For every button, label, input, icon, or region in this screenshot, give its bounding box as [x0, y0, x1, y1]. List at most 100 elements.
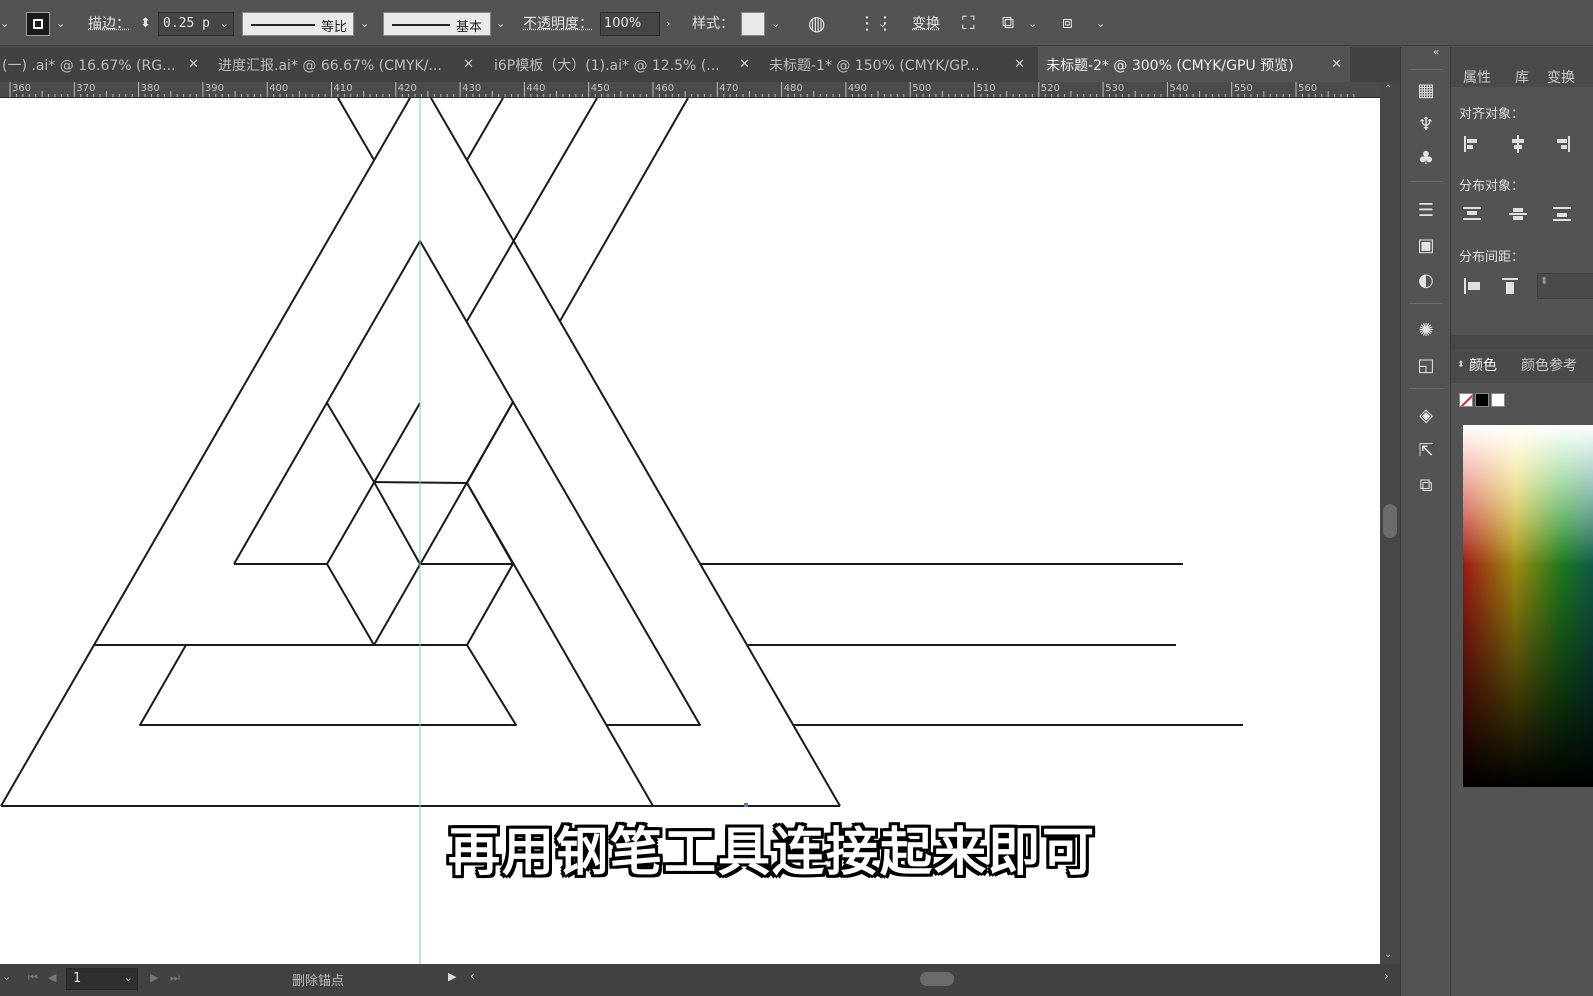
- status-chevron-icon[interactable]: ⌄: [2, 970, 11, 983]
- artboard-canvas[interactable]: 再用钢笔工具连接起来即可: [0, 98, 1380, 964]
- layers-panel-icon[interactable]: ◈: [1413, 402, 1439, 428]
- horizontal-ruler[interactable]: 360 370 380 390 400 410 420 430 440 450 460 470 480 4…: [0, 82, 1382, 98]
- artboard-number-field[interactable]: 1 ⌄: [66, 968, 138, 990]
- close-icon[interactable]: ✕: [739, 57, 750, 72]
- stroke-stepper[interactable]: ⬍: [140, 0, 151, 46]
- spacing-stepper-icon[interactable]: ⬍: [1540, 276, 1548, 287]
- spacing-field[interactable]: ⬍: [1537, 273, 1593, 299]
- status-bar: ⌄ ⏮ ◀ 1 ⌄ ▶ ⏭ 删除锚点 ▶ ‹ ›: [0, 964, 1400, 996]
- isolate-chevron[interactable]: ⌄: [1028, 0, 1037, 46]
- style-swatch[interactable]: [741, 12, 765, 36]
- vertical-scrollbar[interactable]: ⌃ ⌄: [1380, 82, 1400, 964]
- close-icon[interactable]: ✕: [1331, 57, 1342, 72]
- brush-chevron[interactable]: ⌄: [496, 0, 505, 46]
- close-icon[interactable]: ✕: [463, 57, 474, 72]
- last-artboard-icon[interactable]: ⏭: [170, 971, 180, 985]
- distribute-spacing-label: 分布间距：: [1459, 250, 1525, 265]
- stroke-panel-icon[interactable]: ☰: [1413, 197, 1439, 223]
- hscroll-left-icon[interactable]: ‹: [470, 969, 475, 983]
- inner-left-triangle: [233, 240, 514, 646]
- tab-properties[interactable]: 属性: [1463, 67, 1491, 87]
- ruler-label: 400: [269, 83, 289, 94]
- isolate-icon[interactable]: ⧉: [1002, 0, 1014, 46]
- transform-bounding-icon[interactable]: ⛶: [962, 0, 975, 46]
- close-icon[interactable]: ✕: [188, 57, 199, 72]
- tab-document-3[interactable]: i6P模板（大）(1).ai* @ 12.5% (... ✕: [488, 47, 756, 82]
- align-right-icon[interactable]: [1551, 133, 1577, 155]
- distribute-top-icon[interactable]: [1461, 203, 1487, 225]
- ruler-label: 540: [1169, 83, 1189, 94]
- tab-color[interactable]: 颜色: [1469, 355, 1497, 375]
- tab-document-4[interactable]: 未标题-1* @ 150% (CMYK/GP... ✕: [763, 47, 1031, 82]
- scroll-down-icon[interactable]: ⌄: [1384, 949, 1392, 960]
- panel-expand-icon[interactable]: ⬍: [1457, 360, 1465, 370]
- ruler-label: 420: [397, 83, 417, 94]
- transform-label[interactable]: 变换: [912, 0, 940, 46]
- opacity-arrow[interactable]: ›: [666, 0, 670, 46]
- graphic-styles-panel-icon[interactable]: ◱: [1413, 352, 1439, 378]
- tab-document-2[interactable]: 进度汇报.ai* @ 66.67% (CMYK/... ✕: [212, 47, 480, 82]
- distribute-vertical-space-icon[interactable]: [1461, 275, 1487, 297]
- tab-library[interactable]: 库: [1515, 67, 1529, 87]
- variable-width-profile[interactable]: 等比: [242, 12, 354, 36]
- shape-mode-chevron[interactable]: ⌄: [1096, 0, 1105, 46]
- close-icon[interactable]: ✕: [1014, 57, 1025, 72]
- style-chevron[interactable]: ⌄: [771, 0, 780, 46]
- stroke-weight-chevron[interactable]: ⌄: [220, 17, 229, 30]
- artboards-panel-icon[interactable]: ▦: [1413, 77, 1439, 103]
- illustrator-window: ⌄ ⌄ 描边： ⬍ 0.25 p ⌄ 等比 ⌄ 基本 ⌄ 不透明度： 100% …: [0, 0, 1593, 996]
- stroke-color-chevron[interactable]: ⌄: [56, 0, 65, 46]
- ruler-label: 550: [1233, 83, 1253, 94]
- brush-definition[interactable]: 基本: [383, 12, 491, 36]
- hscroll-right-icon[interactable]: ›: [1384, 969, 1389, 983]
- stroke-color-swatch[interactable]: [26, 12, 50, 36]
- symbols-panel-icon[interactable]: ♆: [1413, 111, 1439, 137]
- tab-label: 未标题-1* @ 150% (CMYK/GP...: [769, 57, 980, 74]
- brushes-panel-icon[interactable]: ♣: [1413, 145, 1439, 171]
- align-horizontal-center-icon[interactable]: [1507, 133, 1533, 155]
- tab-document-5-active[interactable]: 未标题-2* @ 300% (CMYK/GPU 预览) ✕: [1038, 47, 1350, 82]
- black-swatch[interactable]: [1475, 393, 1489, 407]
- opacity-label[interactable]: 不透明度：: [523, 0, 593, 46]
- none-swatch[interactable]: [1459, 393, 1473, 407]
- collapse-panels-icon[interactable]: «: [1433, 47, 1439, 58]
- ruler-label: 410: [333, 83, 353, 94]
- toolbar-collapse-chevron[interactable]: ⌄: [0, 0, 9, 46]
- align-left-icon[interactable]: [1461, 133, 1487, 155]
- appearance-panel-icon[interactable]: ✺: [1413, 317, 1439, 343]
- pathfinder-panel-icon[interactable]: ⧉: [1413, 472, 1439, 498]
- tab-document-1[interactable]: (一) .ai* @ 16.67% (RG... ✕: [0, 47, 205, 82]
- white-swatch[interactable]: [1491, 393, 1505, 407]
- hscroll-thumb[interactable]: [920, 972, 954, 986]
- stroke-weight-field[interactable]: 0.25 p ⌄: [158, 12, 234, 36]
- video-subtitle: 再用钢笔工具连接起来即可: [448, 823, 1097, 883]
- gradient-panel-icon[interactable]: ▣: [1413, 232, 1439, 258]
- recolor-icon[interactable]: ◍: [808, 0, 825, 46]
- shape-mode-icon[interactable]: ⧈: [1062, 0, 1073, 46]
- opacity-field[interactable]: 100%: [600, 12, 660, 36]
- align-grid-chevron[interactable]: ⌄: [878, 0, 887, 46]
- next-artboard-icon[interactable]: ▶: [150, 971, 158, 984]
- status-menu-icon[interactable]: ▶: [448, 970, 456, 983]
- first-artboard-icon[interactable]: ⏮: [28, 971, 38, 985]
- align-objects-label: 对齐对象：: [1459, 107, 1525, 122]
- distribute-vertical-center-icon[interactable]: [1507, 203, 1533, 225]
- scrollbar-thumb[interactable]: [1383, 504, 1397, 538]
- profile-chevron[interactable]: ⌄: [360, 0, 369, 46]
- tab-transform[interactable]: 变换: [1547, 67, 1575, 87]
- tab-color-guide[interactable]: 颜色参考: [1521, 355, 1577, 375]
- export-panel-icon[interactable]: ⇱: [1413, 437, 1439, 463]
- distribute-horizontal-space-icon[interactable]: [1499, 275, 1525, 297]
- distribute-bottom-icon[interactable]: [1551, 203, 1577, 225]
- artboard-chevron[interactable]: ⌄: [124, 971, 133, 984]
- stroke-label[interactable]: 描边：: [88, 0, 130, 46]
- properties-panel: 属性 库 变换 对齐对象： 分布对象： 分布间距： ⬍ ⬍ 颜色 颜色参考: [1450, 47, 1593, 996]
- inner-left-edge-2: [326, 402, 375, 483]
- ruler-label: 560: [1298, 83, 1318, 94]
- transparency-panel-icon[interactable]: ◐: [1413, 267, 1439, 293]
- ruler-label: 360: [12, 83, 32, 94]
- scroll-up-icon[interactable]: ⌃: [1384, 84, 1392, 95]
- tab-label: (一) .ai* @ 16.67% (RG...: [2, 57, 176, 74]
- prev-artboard-icon[interactable]: ◀: [48, 971, 56, 984]
- align-grid-icon[interactable]: ⋮⋮: [858, 0, 894, 46]
